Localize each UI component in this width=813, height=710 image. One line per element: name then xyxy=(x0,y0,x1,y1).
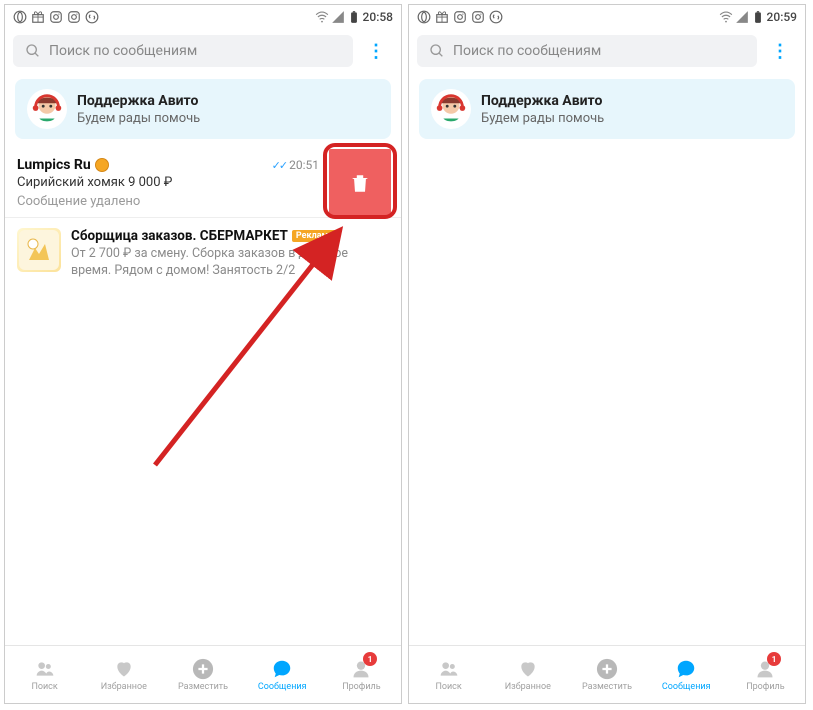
people-icon xyxy=(439,659,459,679)
nav-label: Избранное xyxy=(101,682,147,692)
plus-circle-icon xyxy=(192,658,214,680)
signal-icon xyxy=(331,10,345,24)
nav-post[interactable]: Разместить xyxy=(163,646,242,703)
instagram-icon-2 xyxy=(67,10,81,24)
nav-messages[interactable]: Сообщения xyxy=(647,646,726,703)
heart-icon xyxy=(518,659,538,679)
bottom-nav: Поиск Избранное Разместить Сообщения 1 П… xyxy=(5,645,401,703)
status-time: 20:58 xyxy=(363,10,393,24)
instagram-icon-2 xyxy=(471,10,485,24)
status-bar: 20:59 xyxy=(409,5,805,29)
plus-circle-icon xyxy=(596,658,618,680)
status-time: 20:59 xyxy=(767,10,797,24)
ad-title: Сборщица заказов. СБЕРМАРКЕТ xyxy=(71,228,288,244)
chat-bubble-icon xyxy=(271,658,293,680)
support-title: Поддержка Авито xyxy=(77,93,200,109)
more-menu-button[interactable]: ⋮ xyxy=(763,41,797,62)
nav-messages[interactable]: Сообщения xyxy=(243,646,322,703)
search-placeholder: Поиск по сообщениям xyxy=(453,43,601,59)
trash-icon xyxy=(349,172,371,194)
support-card[interactable]: Поддержка Авито Будем рады помочь xyxy=(419,79,795,139)
nav-label: Разместить xyxy=(582,682,632,692)
nav-label: Профиль xyxy=(746,682,784,692)
wifi-icon xyxy=(315,10,329,24)
heart-icon xyxy=(114,659,134,679)
shazam-icon xyxy=(85,10,99,24)
ad-image xyxy=(17,228,61,272)
search-row: Поиск по сообщениям ⋮ xyxy=(409,29,805,73)
nav-favorites[interactable]: Избранное xyxy=(84,646,163,703)
support-avatar-icon xyxy=(27,89,67,129)
support-avatar-icon xyxy=(431,89,471,129)
phone-right: 20:59 Поиск по сообщениям ⋮ Поддержка Ав… xyxy=(408,4,806,704)
chat-time: 20:51 xyxy=(289,158,319,172)
nav-profile[interactable]: 1 Профиль xyxy=(726,646,805,703)
search-icon xyxy=(429,43,445,59)
support-title: Поддержка Авито xyxy=(481,93,604,109)
support-subtitle: Будем рады помочь xyxy=(77,111,200,126)
nav-favorites[interactable]: Избранное xyxy=(488,646,567,703)
ad-text: От 2 700 ₽ за смену. Сборка заказов в дн… xyxy=(71,246,389,280)
bottom-nav: Поиск Избранное Разместить Сообщения 1 П… xyxy=(409,645,805,703)
wifi-icon xyxy=(719,10,733,24)
search-icon xyxy=(25,43,41,59)
people-icon xyxy=(35,659,55,679)
instagram-icon xyxy=(453,10,467,24)
instagram-icon xyxy=(49,10,63,24)
ad-badge: Реклама xyxy=(292,230,337,242)
chat-row[interactable]: Lumpics Ru ✓✓ 20:51 Сирийский хомяк 9 00… xyxy=(5,149,401,218)
status-bar: 20:58 xyxy=(5,5,401,29)
nav-search[interactable]: Поиск xyxy=(409,646,488,703)
support-card[interactable]: Поддержка Авито Будем рады помочь xyxy=(15,79,391,139)
nav-label: Профиль xyxy=(342,682,380,692)
nav-search[interactable]: Поиск xyxy=(5,646,84,703)
more-menu-button[interactable]: ⋮ xyxy=(359,41,393,62)
battery-icon xyxy=(347,10,361,24)
search-input[interactable]: Поиск по сообщениям xyxy=(13,35,353,67)
nav-post[interactable]: Разместить xyxy=(567,646,646,703)
opera-icon xyxy=(417,10,431,24)
nav-label: Поиск xyxy=(31,682,57,692)
chat-bubble-icon xyxy=(675,658,697,680)
ad-row[interactable]: Сборщица заказов. СБЕРМАРКЕТ Реклама От … xyxy=(5,218,401,290)
search-row: Поиск по сообщениям ⋮ xyxy=(5,29,401,73)
support-subtitle: Будем рады помочь xyxy=(481,111,604,126)
search-input[interactable]: Поиск по сообщениям xyxy=(417,35,757,67)
nav-label: Сообщения xyxy=(662,682,711,692)
notification-badge: 1 xyxy=(767,652,781,666)
signal-icon xyxy=(735,10,749,24)
gift-icon xyxy=(435,10,449,24)
nav-profile[interactable]: 1 Профиль xyxy=(322,646,401,703)
cookie-icon xyxy=(95,158,109,172)
nav-label: Избранное xyxy=(505,682,551,692)
delete-button[interactable] xyxy=(329,149,391,217)
battery-icon xyxy=(751,10,765,24)
nav-label: Сообщения xyxy=(258,682,307,692)
search-placeholder: Поиск по сообщениям xyxy=(49,43,197,59)
opera-icon xyxy=(13,10,27,24)
chat-name: Lumpics Ru xyxy=(17,157,91,173)
shazam-icon xyxy=(489,10,503,24)
read-checks-icon: ✓✓ xyxy=(272,159,286,172)
gift-icon xyxy=(31,10,45,24)
nav-label: Поиск xyxy=(435,682,461,692)
notification-badge: 1 xyxy=(363,652,377,666)
phone-left: 20:58 Поиск по сообщениям ⋮ Поддержка Ав… xyxy=(4,4,402,704)
nav-label: Разместить xyxy=(178,682,228,692)
